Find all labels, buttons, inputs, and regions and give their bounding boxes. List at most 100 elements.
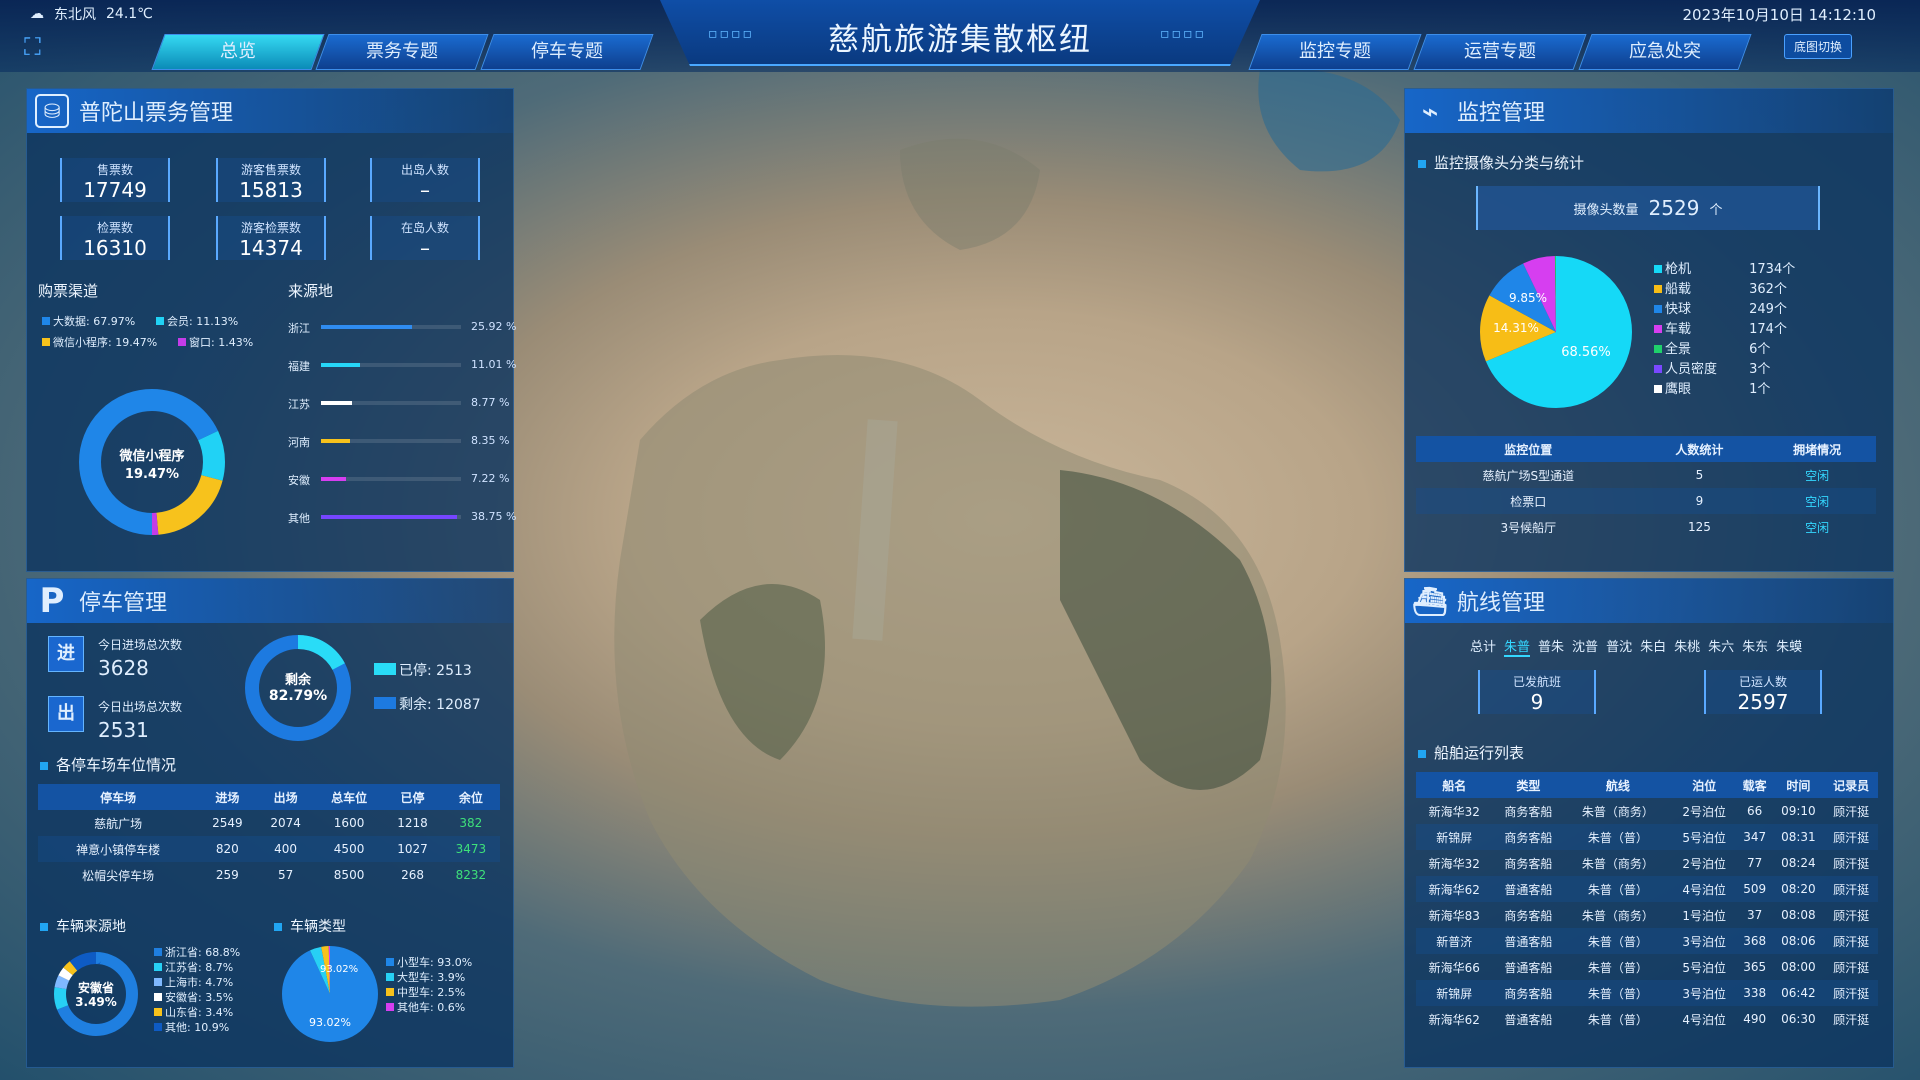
- stat-sent-flights: 已发航班 9: [1478, 670, 1596, 714]
- table-cell: 新普济: [1436, 934, 1473, 949]
- table-cell: 朱普（普）: [1587, 986, 1648, 1001]
- exit-label: 今日出场总次数: [98, 700, 183, 714]
- legend-swatch: [386, 1003, 394, 1011]
- basemap-switch-button[interactable]: 底图切换: [1783, 34, 1852, 59]
- table-cell: 新锦屏: [1436, 830, 1473, 845]
- table-cell: 4号泊位: [1682, 1012, 1727, 1027]
- table-row: 检票口 9 空闲: [1416, 488, 1876, 514]
- exit-icon: 出: [48, 696, 84, 732]
- type-arcs: [282, 946, 378, 1042]
- table-cell: 490: [1743, 1012, 1767, 1026]
- table-cell: 5号泊位: [1682, 830, 1727, 845]
- table-cell: 空闲: [1805, 520, 1830, 535]
- route-panel-title: 航线管理: [1457, 591, 1546, 616]
- route-tab[interactable]: 朱蟆: [1776, 636, 1802, 657]
- table-cell: 08:00: [1781, 960, 1816, 974]
- tab-monitor[interactable]: 监控专题: [1248, 34, 1422, 70]
- route-tab[interactable]: 朱六: [1708, 636, 1734, 657]
- route-tab[interactable]: 朱白: [1640, 636, 1666, 657]
- route-tab[interactable]: 普朱: [1538, 636, 1564, 657]
- column-header: 航线: [1564, 772, 1672, 798]
- table-row: 新海华62 普通客船 朱普（普） 4号泊位 490 06:30 顾汗挺: [1416, 1006, 1878, 1032]
- parking-gauge: 剩余 82.79%: [245, 635, 351, 741]
- title-decoration-left: ▫▫▫▫: [708, 26, 754, 42]
- origin-center-value: 3.49%: [75, 995, 117, 1009]
- entry-icon: 进: [48, 636, 84, 672]
- tab-parking[interactable]: 停车专题: [480, 34, 654, 70]
- stat-value: 16310: [83, 236, 147, 260]
- tab-ticket[interactable]: 票务专题: [315, 34, 489, 70]
- column-header: 进场: [198, 784, 257, 810]
- source-bar-track: [321, 401, 461, 405]
- stat-carried: 已运人数 2597: [1704, 670, 1822, 714]
- column-header: 泊位: [1671, 772, 1737, 798]
- route-tab[interactable]: 普沈: [1606, 636, 1632, 657]
- table-body: 新海华32 商务客船 朱普（商务） 2号泊位 66 09:10 顾汗挺 新锦屏 商务客船 朱普（普…: [1416, 798, 1878, 1032]
- source-pct: 11.01 %: [471, 358, 517, 371]
- table-cell: 朱普（商务）: [1581, 804, 1654, 819]
- table-body: 慈航广场S型通道 5 空闲 检票口 9 空闲 3号候船厅 125 空闲: [1416, 462, 1876, 540]
- table-cell: 商务客船: [1504, 856, 1553, 871]
- table-header: 监控位置 人数统计 拥堵情况: [1416, 436, 1876, 462]
- route-panel-header: ⛴ 航线管理: [1405, 579, 1893, 623]
- origin-legend-item: 安徽省: 3.5%: [154, 989, 233, 1005]
- table-row: 3号候船厅 125 空闲: [1416, 514, 1876, 540]
- table-cell: 125: [1687, 520, 1711, 534]
- source-bar-row: 安徽 7.22 %: [288, 472, 518, 487]
- tab-emergency[interactable]: 应急处突: [1578, 34, 1752, 70]
- source-bar-fill: [321, 515, 457, 519]
- table-row: 新海华66 普通客船 朱普（普） 5号泊位 365 08:00 顾汗挺: [1416, 954, 1878, 980]
- column-header: 余位: [441, 784, 500, 810]
- table-cell: 2号泊位: [1682, 804, 1727, 819]
- source-bar-track: [321, 515, 461, 519]
- source-pct: 8.35 %: [471, 434, 510, 447]
- table-row: 禅意小镇停车楼 820 400 4500 1027 3473: [38, 836, 500, 862]
- legend-swatch: [1654, 305, 1662, 313]
- route-tab[interactable]: 沈普: [1572, 636, 1598, 657]
- left-value: 12087: [436, 697, 481, 713]
- legend-value: 4.7%: [201, 976, 234, 989]
- table-cell: 08:20: [1781, 882, 1816, 896]
- table-cell: 顾汗挺: [1833, 908, 1870, 923]
- camera-count-unit: 个: [1709, 202, 1723, 218]
- used-label: 已停:: [399, 663, 432, 679]
- legend-name: 其他车:: [397, 1001, 434, 1014]
- type-title: 车辆类型: [274, 916, 346, 936]
- table-cell: 禅意小镇停车楼: [76, 842, 161, 857]
- bullet-icon: [1418, 749, 1426, 758]
- route-tab[interactable]: 朱东: [1742, 636, 1768, 657]
- table-cell: 259: [215, 868, 239, 882]
- table-cell: 2074: [270, 816, 301, 830]
- lots-title-text: 各停车场车位情况: [56, 756, 177, 774]
- legend-value: 8.7%: [201, 961, 234, 974]
- route-tab[interactable]: 朱普: [1504, 636, 1531, 657]
- column-header: 人数统计: [1640, 436, 1759, 462]
- fullscreen-icon[interactable]: ⛶: [24, 34, 50, 60]
- channel-pct: 11.13%: [196, 315, 239, 328]
- stat-label: 游客售票数: [240, 163, 301, 177]
- stat-label: 游客检票数: [240, 221, 301, 235]
- table-cell: 顾汗挺: [1833, 1012, 1870, 1027]
- table-row: 慈航广场 2549 2074 1600 1218 382: [38, 810, 500, 836]
- monitor-panel-header: ⌁ 监控管理: [1405, 89, 1893, 133]
- tab-overview[interactable]: 总览: [151, 34, 325, 70]
- channel-legend-item: 大数据: 67.97%: [42, 313, 135, 329]
- table-cell: 朱普（普）: [1587, 934, 1648, 949]
- weather-wind: 东北风: [54, 7, 96, 23]
- table-cell: 商务客船: [1504, 908, 1553, 923]
- entry-label: 今日进场总次数: [98, 638, 183, 652]
- stat-on-island: 在岛人数 –: [370, 216, 480, 260]
- tab-label: 停车专题: [531, 41, 603, 62]
- table-cell: 顾汗挺: [1833, 882, 1870, 897]
- route-tab[interactable]: 朱桃: [1674, 636, 1700, 657]
- route-tab[interactable]: 总计: [1470, 636, 1496, 657]
- vehicle-type-pie: 93.02% 93.02%: [282, 946, 378, 1042]
- column-header: 总车位: [314, 784, 384, 810]
- stat-label: 售票数: [96, 163, 133, 177]
- source-pct: 38.75 %: [471, 510, 517, 523]
- tab-label: 运营专题: [1464, 41, 1536, 62]
- bullet-icon: [40, 923, 48, 931]
- tab-operation[interactable]: 运营专题: [1413, 34, 1587, 70]
- type-legend-item: 小型车: 93.0%: [386, 954, 472, 970]
- source-bar-row: 其他 38.75 %: [288, 510, 518, 525]
